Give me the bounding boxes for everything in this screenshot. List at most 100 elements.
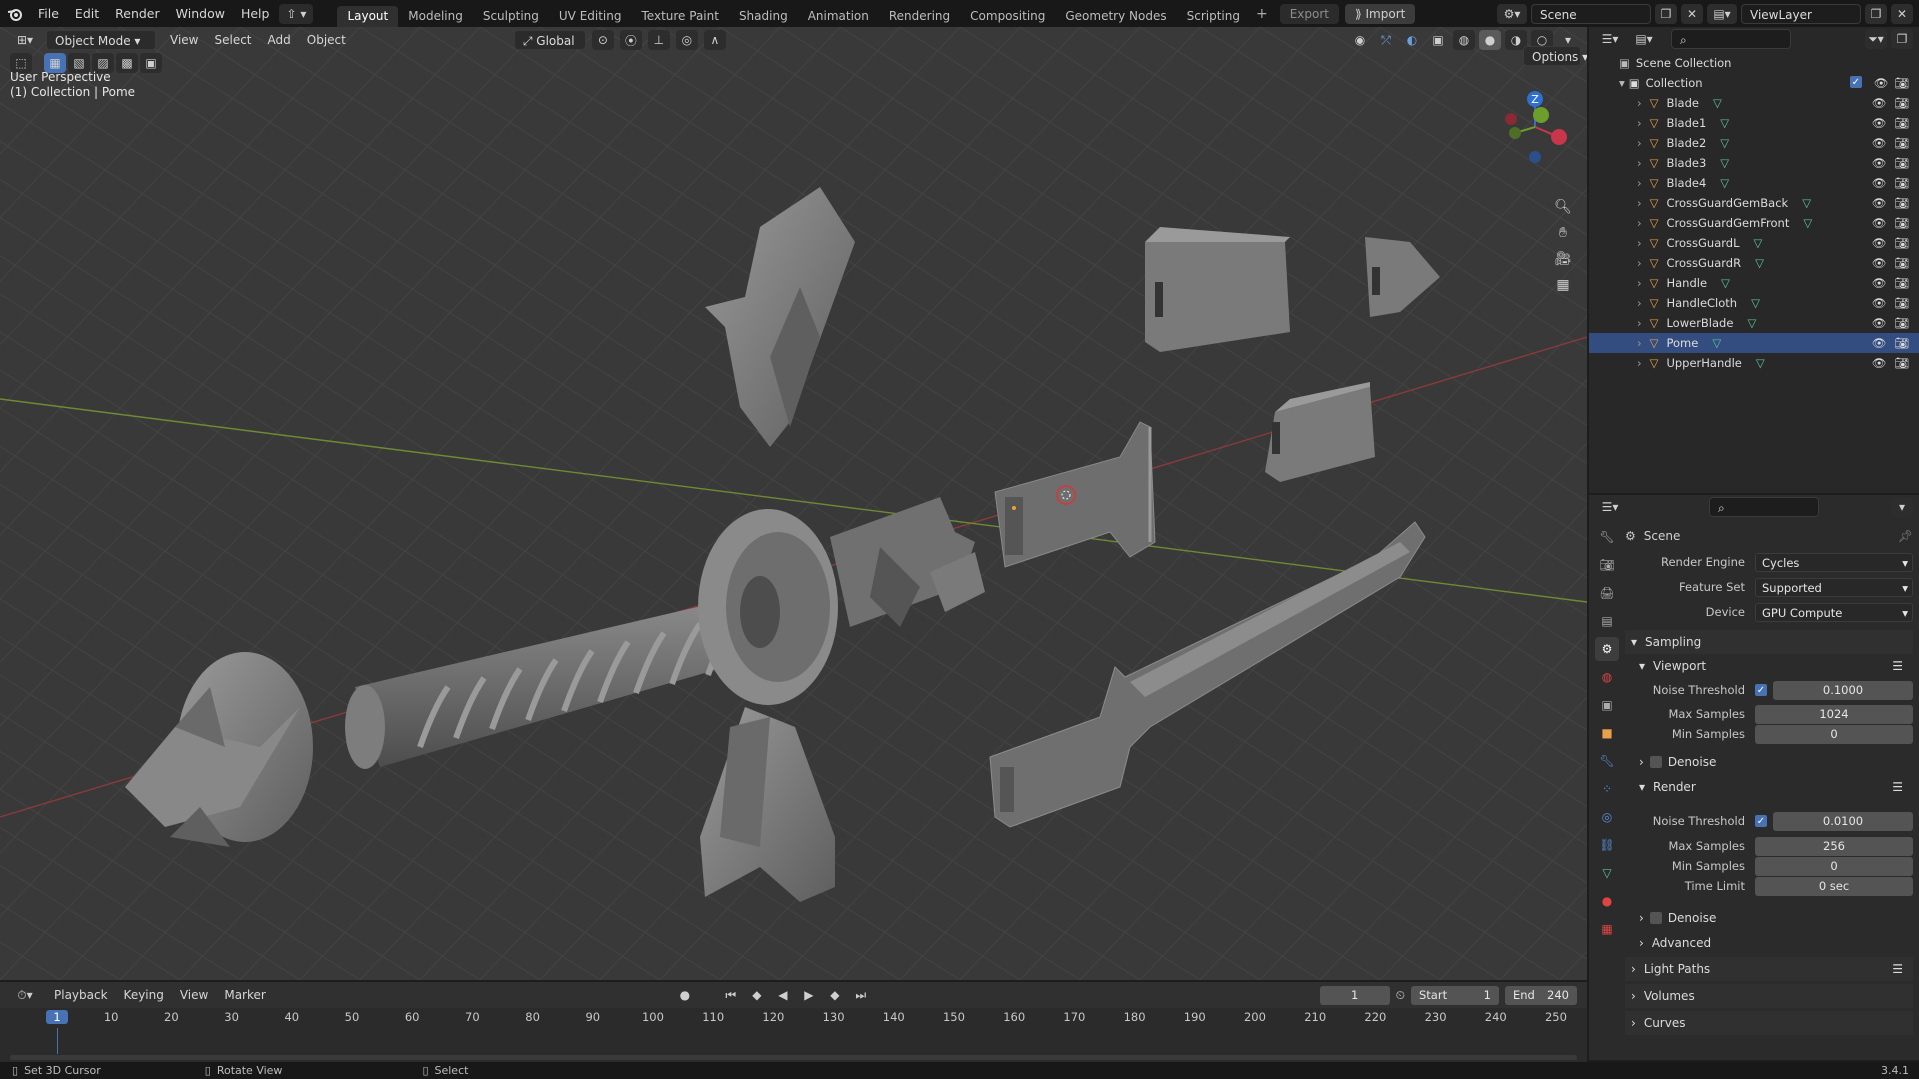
outliner-search-input[interactable]: ⌕ (1671, 29, 1791, 49)
expand-arrow-icon[interactable]: › (1637, 156, 1642, 170)
start-frame-field[interactable]: Start 1 (1411, 985, 1499, 1005)
outliner-object-row[interactable]: › ▽ LowerBlade ▽ 👁︎ 📷︎ (1589, 313, 1919, 333)
render-camera-icon[interactable]: 📷︎ (1894, 156, 1909, 170)
device-dropdown[interactable]: GPU Compute ▾ (1755, 602, 1913, 622)
props-tab-world-icon[interactable]: ◍ (1595, 665, 1619, 689)
visibility-eye-icon[interactable]: 👁︎ (1872, 136, 1887, 150)
render-camera-icon[interactable]: 📷︎ (1894, 256, 1909, 270)
workspace-tab-scripting[interactable]: Scripting (1177, 6, 1250, 27)
volumes-panel-header[interactable]: › Volumes (1625, 984, 1913, 1008)
props-tab-output-icon[interactable]: 🖨︎ (1595, 581, 1619, 605)
viewport-menu-object[interactable]: Object (299, 27, 354, 53)
render-camera-icon[interactable]: 📷︎ (1894, 136, 1909, 150)
props-options-icon[interactable]: ▾ (1891, 497, 1913, 517)
view-layer-icon[interactable]: ▤▾ (1707, 3, 1737, 24)
props-tab-material-icon[interactable]: ● (1595, 889, 1619, 913)
mode-selector[interactable]: Object Mode ▾ (46, 30, 156, 50)
mesh-data-icon[interactable]: ▽ (1720, 176, 1729, 190)
outliner-object-row[interactable]: › ▽ CrossGuardL ▽ 👁︎ 📷︎ (1589, 233, 1919, 253)
delete-scene-icon[interactable]: ✕ (1681, 3, 1703, 24)
playhead-line[interactable] (57, 1028, 58, 1054)
workspace-tab-sculpting[interactable]: Sculpting (473, 6, 549, 27)
mesh-data-icon[interactable]: ▽ (1751, 296, 1760, 310)
visibility-eye-icon[interactable]: 👁︎ (1872, 256, 1887, 270)
viewport-menu-view[interactable]: View (162, 27, 206, 53)
frame-ruler[interactable]: 1 10 20 30 40 50 60 70 80 90 100 110 120 130 140 150 160… (0, 1008, 1587, 1028)
display-mode-icon[interactable]: ▤▾ (1629, 29, 1659, 49)
mesh-data-icon[interactable]: ▽ (1756, 356, 1765, 370)
props-tab-modifier-icon[interactable]: 🔧︎ (1595, 749, 1619, 773)
options-dropdown[interactable]: Options ▾ (1523, 46, 1587, 66)
falloff-icon[interactable]: ∧ (703, 30, 726, 50)
delete-view-layer-icon[interactable]: ✕ (1891, 3, 1913, 24)
expand-arrow-icon[interactable]: › (1637, 96, 1642, 110)
collection-eye-icon[interactable]: 👁︎ (1874, 76, 1889, 90)
visibility-eye-icon[interactable]: 👁︎ (1872, 156, 1887, 170)
outliner-object-row[interactable]: › ▽ UpperHandle ▽ 👁︎ 📷︎ (1589, 353, 1919, 373)
mesh-data-icon[interactable]: ▽ (1720, 156, 1729, 170)
expand-arrow-icon[interactable]: › (1637, 116, 1642, 130)
jump-end-icon[interactable]: ⏭ (850, 985, 872, 1005)
outliner-object-row[interactable]: › ▽ Blade3 ▽ 👁︎ 📷︎ (1589, 153, 1919, 173)
mesh-data-icon[interactable]: ▽ (1803, 216, 1812, 230)
play-icon[interactable]: ▶ (798, 985, 820, 1005)
expand-arrow-icon[interactable]: › (1637, 236, 1642, 250)
gizmo-toggle-icon[interactable]: ⤱ (1375, 30, 1397, 50)
mesh-data-icon[interactable]: ▽ (1720, 136, 1729, 150)
current-frame-field[interactable]: 1 (1319, 985, 1390, 1005)
perspective-grid-icon[interactable]: ▦ (1552, 275, 1574, 295)
mesh-data-icon[interactable]: ▽ (1753, 236, 1762, 250)
visibility-eye-icon[interactable]: 👁︎ (1872, 276, 1887, 290)
advanced-panel-header[interactable]: › Advanced (1625, 931, 1913, 955)
render-camera-icon[interactable]: 📷︎ (1894, 236, 1909, 250)
solid-shading-icon[interactable]: ● (1479, 30, 1501, 50)
workspace-tab-uv-editing[interactable]: UV Editing (549, 6, 632, 27)
props-tab-tool-icon[interactable]: 🔧︎ (1595, 525, 1619, 549)
render-camera-icon[interactable]: 📷︎ (1894, 356, 1909, 370)
filter-icon[interactable]: ⏷▾ (1865, 29, 1887, 49)
snap-target-icon[interactable]: ⊥ (647, 30, 670, 50)
visibility-eye-icon[interactable]: 👁︎ (1872, 96, 1887, 110)
render-camera-icon[interactable]: 📷︎ (1894, 196, 1909, 210)
wireframe-shading-icon[interactable]: ◍ (1453, 30, 1475, 50)
pan-hand-icon[interactable]: ✋︎ (1552, 223, 1574, 243)
navigation-gizmo[interactable]: Z (1495, 87, 1575, 167)
props-tab-render-icon[interactable]: 📷︎ (1595, 553, 1619, 577)
props-tab-view-layer-icon[interactable]: ▤ (1595, 609, 1619, 633)
props-tab-scene-icon[interactable]: ⚙ (1595, 637, 1619, 661)
render-camera-icon[interactable]: 📷︎ (1894, 216, 1909, 230)
workspace-tab-layout[interactable]: Layout (337, 6, 399, 27)
visibility-eye-icon[interactable]: 👁︎ (1872, 216, 1887, 230)
expand-arrow-icon[interactable]: › (1637, 136, 1642, 150)
render-camera-icon[interactable]: 📷︎ (1894, 316, 1909, 330)
outliner-object-row[interactable]: › ▽ CrossGuardR ▽ 👁︎ 📷︎ (1589, 253, 1919, 273)
viewport-max-samples-field[interactable]: 1024 (1755, 704, 1913, 724)
presets-list-icon[interactable]: ☰ (1892, 780, 1913, 794)
expand-arrow-icon[interactable]: › (1637, 196, 1642, 210)
render-denoise-header[interactable]: › Denoise (1625, 906, 1913, 930)
expand-arrow-icon[interactable]: ▾ (1619, 76, 1625, 90)
expand-arrow-icon[interactable]: › (1637, 356, 1642, 370)
scene-collection-row[interactable]: ▣ Scene Collection (1589, 53, 1919, 73)
menu-window[interactable]: Window (168, 0, 233, 27)
workspace-tab-shading[interactable]: Shading (729, 6, 798, 27)
outliner-object-row[interactable]: › ▽ Pome ▽ 👁︎ 📷︎ (1589, 333, 1919, 353)
workspace-tab-texture-paint[interactable]: Texture Paint (632, 6, 729, 27)
prev-keyframe-icon[interactable]: ◆ (746, 985, 768, 1005)
outliner-object-row[interactable]: › ▽ Blade1 ▽ 👁︎ 📷︎ (1589, 113, 1919, 133)
props-tab-data-icon[interactable]: ▽ (1595, 861, 1619, 885)
outliner-object-row[interactable]: › ▽ CrossGuardGemBack ▽ 👁︎ 📷︎ (1589, 193, 1919, 213)
visibility-eye-icon[interactable]: 👁︎ (1872, 356, 1887, 370)
scene-name-field[interactable]: Scene (1531, 3, 1651, 24)
blender-logo-icon[interactable] (0, 0, 30, 27)
workspace-tab-rendering[interactable]: Rendering (879, 6, 960, 27)
outliner-object-row[interactable]: › ▽ Handle ▽ 👁︎ 📷︎ (1589, 273, 1919, 293)
next-keyframe-icon[interactable]: ◆ (824, 985, 846, 1005)
timeline-menu-keying[interactable]: Keying (116, 982, 172, 1008)
workspace-tab-animation[interactable]: Animation (798, 6, 879, 27)
props-tab-particles-icon[interactable]: ⁘ (1595, 777, 1619, 801)
overlay-toggle-icon[interactable]: ◐ (1401, 30, 1423, 50)
outliner-editor-type-icon[interactable]: ☰▾ (1595, 29, 1625, 49)
render-subpanel-header[interactable]: ▾ Render ☰ (1625, 775, 1913, 799)
curves-panel-header[interactable]: › Curves (1625, 1011, 1913, 1035)
